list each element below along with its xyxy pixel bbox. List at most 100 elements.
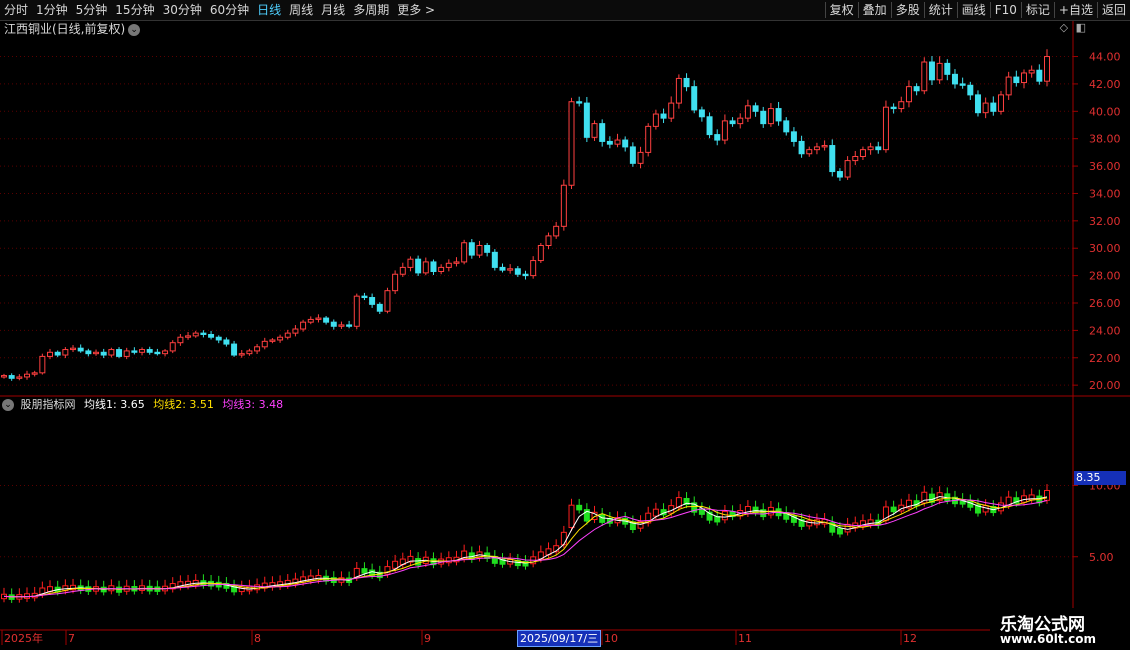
candle-body	[85, 350, 92, 355]
candle-body	[139, 349, 146, 353]
candle-body	[629, 146, 636, 164]
candle-body	[307, 318, 314, 323]
price-tick-label: 26.00	[1089, 297, 1121, 310]
candle-body	[445, 262, 452, 268]
candle-body	[522, 273, 529, 277]
price-tick-label: 30.00	[1089, 242, 1121, 255]
candle-body	[54, 351, 61, 356]
candle-body	[721, 120, 728, 141]
candle-body	[292, 328, 299, 334]
candle-body	[261, 340, 268, 348]
candle-body	[24, 373, 30, 378]
candle-body	[384, 290, 391, 312]
candle-body	[453, 261, 460, 264]
candle-body	[553, 225, 560, 237]
candle-body	[675, 77, 682, 104]
candle-body	[399, 266, 406, 275]
candle-body	[698, 109, 705, 118]
candle-body	[146, 349, 153, 353]
candle-body	[859, 149, 866, 157]
candle-body	[706, 116, 713, 136]
candle-body	[484, 244, 491, 253]
candle-body	[836, 171, 843, 178]
candle-body	[583, 102, 590, 138]
indicator-bar	[576, 504, 583, 511]
candle-body	[1, 375, 7, 378]
current-value: 8.35	[1076, 471, 1101, 484]
candle-body	[982, 102, 989, 114]
indicator-bar	[254, 584, 261, 591]
candle-body	[108, 349, 115, 356]
candle-body	[951, 73, 958, 85]
candle-body	[652, 113, 659, 127]
candle-body	[499, 266, 506, 271]
x-axis-label: 2025年	[4, 631, 43, 645]
candle-body	[645, 125, 652, 153]
candle-body	[622, 139, 629, 148]
candle-body	[790, 131, 797, 142]
candle-body	[944, 62, 951, 75]
candle-body	[254, 346, 261, 352]
candle-body	[200, 332, 207, 335]
price-tick-label: 20.00	[1089, 379, 1121, 392]
candle-body	[422, 261, 429, 274]
candle-body	[361, 295, 368, 299]
candle-body	[560, 184, 567, 227]
candle-body	[974, 94, 981, 114]
candle-body	[192, 332, 199, 337]
candle-body	[277, 336, 284, 341]
candle-body	[882, 106, 889, 151]
indicator-menu-icon[interactable]: ⌄	[2, 399, 14, 411]
candle-body	[936, 62, 943, 81]
price-tick-label: 22.00	[1089, 352, 1121, 365]
indicator-name: 股朋指标网	[20, 398, 76, 411]
candle-body	[875, 146, 882, 151]
candle-body	[415, 258, 422, 274]
candle-body	[967, 84, 974, 96]
candle-body	[928, 61, 935, 81]
candle-body	[407, 258, 414, 268]
stock-chart[interactable]: 44.00 42.00 40.00 38.00 36.00 34.00 32.00 30.00…	[0, 0, 1130, 650]
candle-body	[1013, 76, 1020, 84]
candle-body	[844, 160, 851, 178]
candle-body	[330, 321, 337, 327]
candle-body	[476, 244, 483, 256]
candle-body	[461, 242, 468, 263]
candle-body	[62, 349, 69, 356]
price-tick-label: 44.00	[1089, 51, 1121, 64]
x-axis-label: 7	[68, 632, 75, 645]
candle-body	[537, 244, 544, 262]
candle-body	[323, 317, 330, 323]
candle-body	[169, 342, 176, 352]
candle-body	[867, 146, 874, 151]
price-tick-label: 42.00	[1089, 78, 1121, 91]
indicator-bar	[568, 504, 575, 529]
candle-body	[177, 336, 184, 344]
price-tick-label: 28.00	[1089, 270, 1121, 283]
candle-body	[568, 101, 575, 186]
indicator-bar	[652, 508, 659, 517]
candle-body	[507, 268, 514, 271]
indicator-bar	[721, 510, 728, 521]
candle-body	[185, 335, 192, 338]
candle-body	[683, 77, 690, 88]
candle-body	[1021, 72, 1027, 84]
indicator-bar	[714, 516, 721, 523]
price-tick-label: 40.00	[1089, 105, 1121, 118]
candle-body	[468, 242, 475, 256]
candle-body	[8, 375, 15, 379]
price-tick-label: 36.00	[1089, 160, 1121, 173]
candle-body	[315, 317, 322, 320]
candle-body	[813, 146, 820, 151]
indicator-bar	[392, 560, 399, 569]
candle-body	[300, 321, 307, 330]
indicator-bar	[1044, 489, 1050, 501]
candle-body	[806, 149, 813, 155]
candle-body	[545, 235, 552, 246]
x-axis-label: 11	[738, 632, 752, 645]
candle-body	[491, 251, 498, 268]
cursor-date: 2025/09/17/三	[517, 630, 602, 647]
price-tick-label: 32.00	[1089, 215, 1121, 228]
current-value-box: 8.35	[1074, 471, 1126, 485]
candle-body	[392, 273, 399, 292]
